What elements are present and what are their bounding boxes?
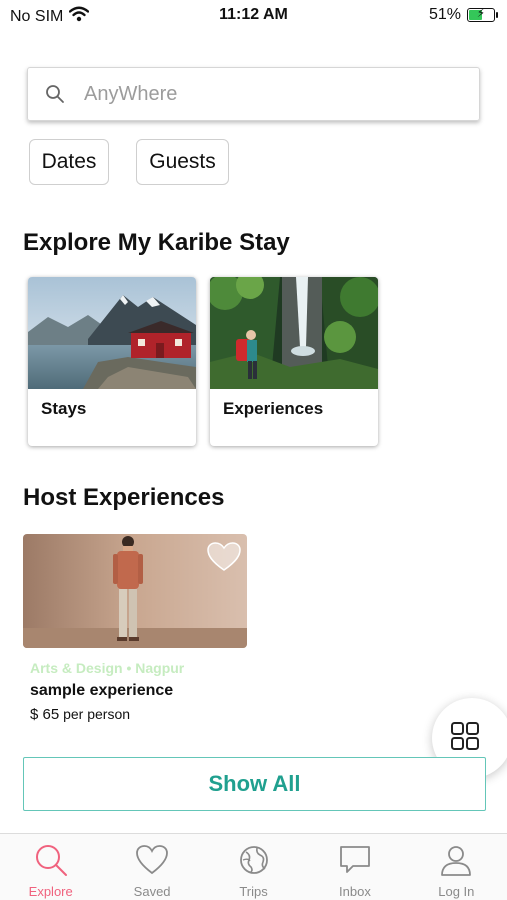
explore-section-title: Explore My Karibe Stay <box>23 229 290 256</box>
experience-card-image[interactable] <box>23 534 247 648</box>
experience-price-unit: per person <box>63 706 131 722</box>
experiences-image <box>210 277 378 389</box>
tab-inbox[interactable]: Inbox <box>304 834 405 900</box>
battery-icon: ⚡ <box>467 6 498 22</box>
tab-saved[interactable]: Saved <box>101 834 202 900</box>
chat-bubble-icon <box>338 843 372 882</box>
guests-filter-label: Guests <box>149 150 216 173</box>
status-right: 51% ⚡ <box>428 6 498 24</box>
grid-icon <box>450 721 480 756</box>
guests-filter-button[interactable]: Guests <box>136 139 229 185</box>
globe-icon <box>237 843 271 882</box>
status-bar: No SIM 11:12 AM 51% ⚡ <box>0 0 507 32</box>
tab-saved-label: Saved <box>133 884 171 899</box>
search-icon <box>40 84 70 104</box>
experiences-card[interactable]: Experiences <box>210 277 378 446</box>
stays-card[interactable]: Stays <box>28 277 196 446</box>
tab-trips-label: Trips <box>239 884 268 899</box>
save-heart-icon[interactable] <box>207 542 241 577</box>
search-input[interactable] <box>82 81 446 107</box>
experience-category: Arts & Design • Nagpur <box>30 660 185 676</box>
tab-explore-label: Explore <box>28 884 73 899</box>
experience-price-amount: $ 65 <box>30 706 60 723</box>
charging-bolt-icon: ⚡ <box>476 6 486 20</box>
tab-inbox-label: Inbox <box>339 884 371 899</box>
bottom-tab-bar: Explore Saved Trips Inbox Log In <box>0 833 507 900</box>
tab-login[interactable]: Log In <box>406 834 507 900</box>
experience-price: $ 65 per person <box>30 706 130 723</box>
stays-image <box>28 277 196 389</box>
experience-title[interactable]: sample experience <box>30 682 173 700</box>
search-icon <box>34 843 68 882</box>
search-box[interactable] <box>27 67 480 121</box>
user-icon <box>439 843 473 882</box>
tab-explore[interactable]: Explore <box>0 834 101 900</box>
tab-trips[interactable]: Trips <box>203 834 304 900</box>
experiences-card-label: Experiences <box>223 399 324 418</box>
dates-filter-button[interactable]: Dates <box>29 139 109 185</box>
battery-percent: 51% <box>428 6 461 23</box>
show-all-button[interactable]: Show All <box>23 757 486 811</box>
tab-login-label: Log In <box>438 884 475 899</box>
heart-icon <box>135 843 169 882</box>
dates-filter-label: Dates <box>41 150 97 173</box>
stays-card-label: Stays <box>41 399 87 418</box>
host-section-title: Host Experiences <box>23 484 225 511</box>
